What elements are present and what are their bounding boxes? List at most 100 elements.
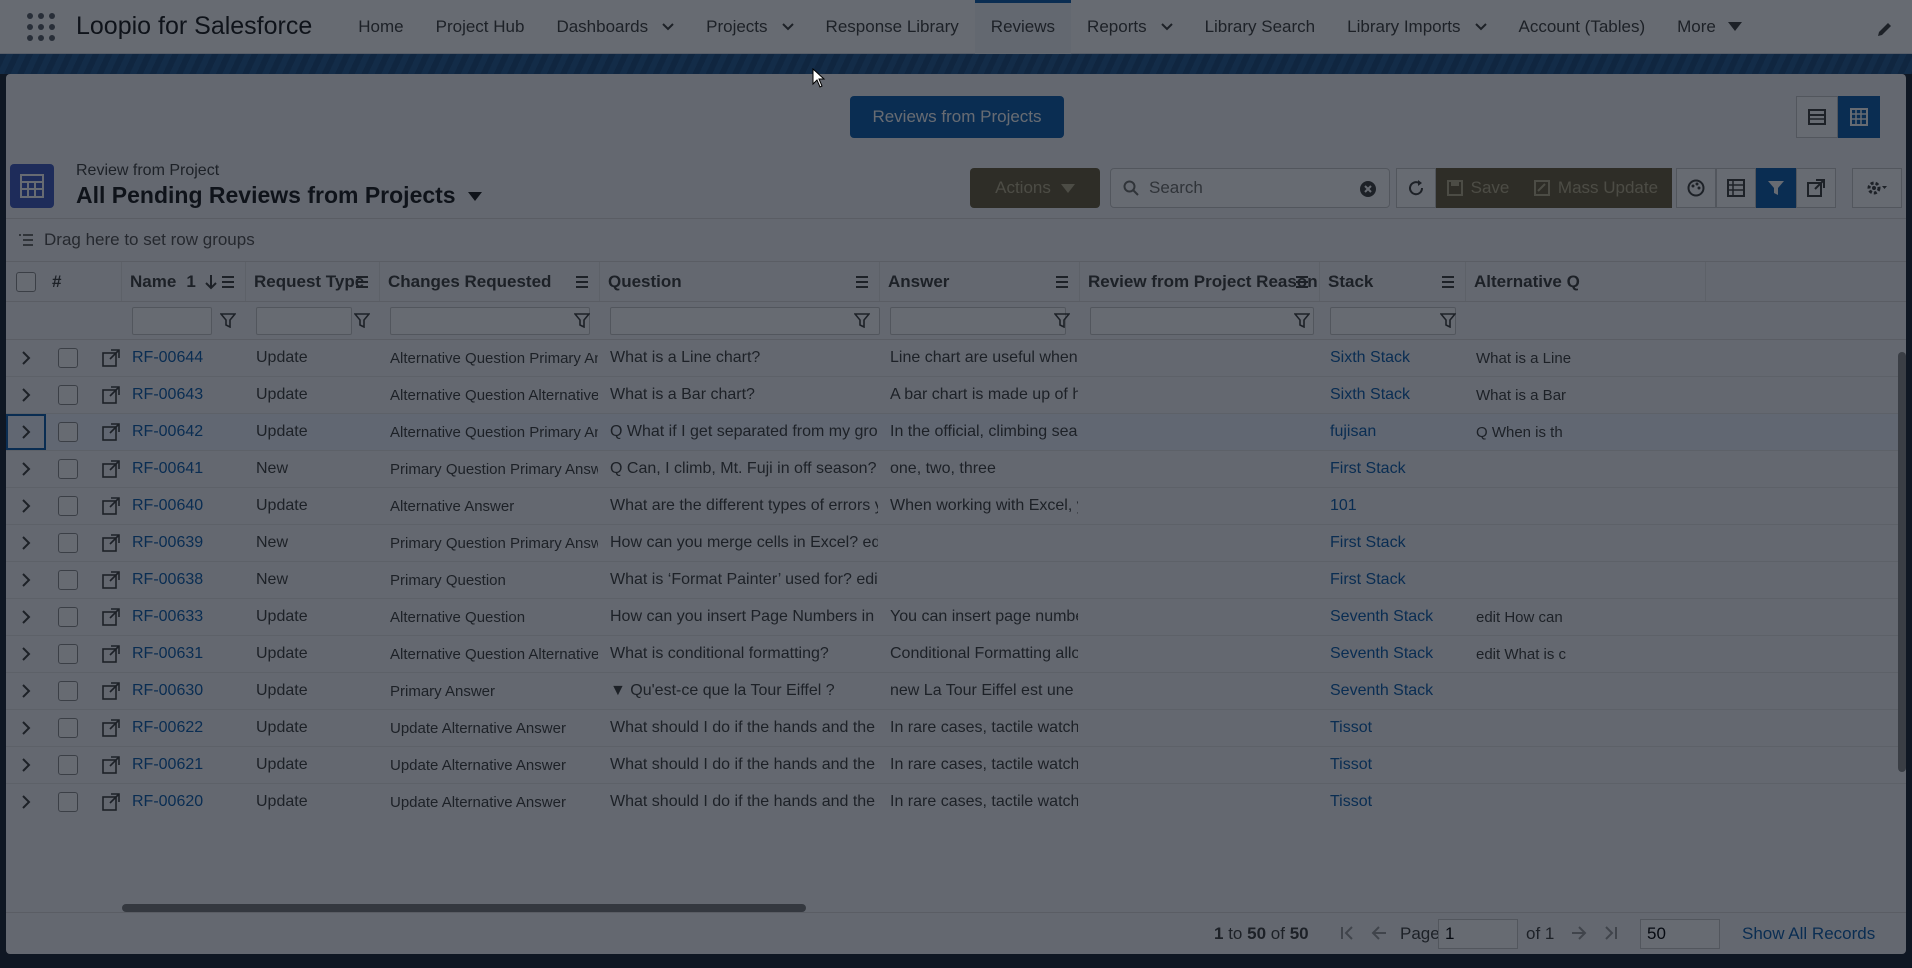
column-header-request-type[interactable]: Request Type	[246, 262, 380, 301]
page-number-input[interactable]	[1438, 919, 1518, 949]
column-header-name[interactable]: Name 1	[122, 262, 246, 301]
expand-row-cell[interactable]	[6, 525, 46, 561]
cell-name[interactable]: RF-00630	[132, 673, 244, 709]
row-checkbox[interactable]	[58, 459, 78, 479]
table-row[interactable]: RF-00630 Update Primary Answer ▼ Qu'est-ce …	[6, 673, 1906, 710]
app-launcher-icon[interactable]	[26, 12, 56, 42]
row-checkbox[interactable]	[58, 422, 78, 442]
table-row[interactable]: RF-00620 Update Update Alternative Answer W…	[6, 784, 1906, 818]
mass-update-button[interactable]: Mass Update	[1520, 168, 1672, 208]
chevron-down-icon[interactable]	[781, 21, 794, 33]
column-header-changes[interactable]: Changes Requested	[380, 262, 600, 301]
show-all-records-link[interactable]: Show All Records	[1742, 924, 1875, 944]
cell-name[interactable]: RF-00644	[132, 340, 244, 376]
popout-button[interactable]	[1796, 168, 1836, 208]
column-menu-icon[interactable]	[355, 275, 369, 289]
filter-icon[interactable]	[574, 313, 590, 328]
filter-button[interactable]	[1756, 168, 1796, 208]
open-record-cell[interactable]	[102, 673, 122, 709]
expand-row-cell[interactable]	[6, 599, 46, 635]
next-page-icon[interactable]	[1570, 925, 1588, 941]
cell-name[interactable]: RF-00641	[132, 451, 244, 487]
cell-stack[interactable]: Seventh Stack	[1330, 636, 1464, 672]
cell-stack[interactable]: Sixth Stack	[1330, 340, 1464, 376]
actions-button[interactable]: Actions	[970, 168, 1100, 208]
refresh-button[interactable]	[1396, 168, 1436, 208]
edit-nav-pencil-icon[interactable]	[1876, 20, 1894, 38]
row-checkbox[interactable]	[58, 607, 78, 627]
nav-tab-project-hub[interactable]: Project Hub	[420, 0, 541, 55]
table-row[interactable]: RF-00639 New Primary Question Primary Answ…	[6, 525, 1906, 562]
open-record-cell[interactable]	[102, 488, 122, 524]
column-menu-icon[interactable]	[855, 275, 869, 289]
table-row[interactable]: RF-00642 Update Alternative Question Prima…	[6, 414, 1906, 451]
open-record-cell[interactable]	[102, 747, 122, 783]
row-checkbox[interactable]	[58, 792, 78, 812]
nav-tab-library-imports[interactable]: Library Imports	[1331, 0, 1502, 55]
nav-tab-response-library[interactable]: Response Library	[810, 0, 975, 55]
previous-page-icon[interactable]	[1370, 925, 1388, 941]
search-input[interactable]	[1149, 178, 1349, 198]
list-view-selector[interactable]: All Pending Reviews from Projects	[76, 182, 482, 209]
filter-icon[interactable]	[1294, 313, 1310, 328]
nav-tab-more[interactable]: More	[1661, 0, 1758, 55]
open-record-cell[interactable]	[102, 451, 122, 487]
last-page-icon[interactable]	[1600, 925, 1618, 941]
cell-name[interactable]: RF-00639	[132, 525, 244, 561]
nav-tab-dashboards[interactable]: Dashboards	[540, 0, 690, 55]
table-row[interactable]: RF-00644 Update Alternative Question Prima…	[6, 340, 1906, 377]
open-record-cell[interactable]	[102, 784, 122, 818]
nav-tab-account-tables[interactable]: Account (Tables)	[1503, 0, 1662, 55]
table-row[interactable]: RF-00640 Update Alternative Answer What are…	[6, 488, 1906, 525]
cell-stack[interactable]: Tissot	[1330, 784, 1464, 818]
open-record-cell[interactable]	[102, 377, 122, 413]
nav-tab-reports[interactable]: Reports	[1071, 0, 1189, 55]
nav-tab-library-search[interactable]: Library Search	[1189, 0, 1332, 55]
column-filter-input[interactable]	[256, 306, 352, 335]
filter-icon[interactable]	[854, 313, 870, 328]
row-checkbox[interactable]	[58, 385, 78, 405]
table-row[interactable]: RF-00638 New Primary Question What is ‘Form…	[6, 562, 1906, 599]
save-button[interactable]: Save	[1436, 168, 1520, 208]
row-checkbox[interactable]	[58, 755, 78, 775]
chevron-down-icon[interactable]	[1474, 21, 1487, 33]
column-filter-input[interactable]	[132, 306, 212, 335]
cell-stack[interactable]: Tissot	[1330, 710, 1464, 746]
open-record-cell[interactable]	[102, 562, 122, 598]
expand-row-cell[interactable]	[6, 784, 46, 818]
nav-tab-reviews[interactable]: Reviews	[974, 0, 1072, 55]
open-record-cell[interactable]	[102, 340, 122, 376]
row-checkbox[interactable]	[58, 644, 78, 664]
expand-row-cell[interactable]	[6, 636, 46, 672]
column-menu-icon[interactable]	[1295, 275, 1309, 289]
column-header-answer[interactable]: Answer	[880, 262, 1080, 301]
cell-name[interactable]: RF-00642	[132, 414, 244, 450]
expand-row-cell[interactable]	[6, 747, 46, 783]
expand-row-cell[interactable]	[6, 673, 46, 709]
cell-stack[interactable]: Sixth Stack	[1330, 377, 1464, 413]
horizontal-scrollbar[interactable]	[122, 904, 806, 912]
column-header-stack[interactable]: Stack	[1320, 262, 1466, 301]
cell-name[interactable]: RF-00620	[132, 784, 244, 818]
page-size-input[interactable]	[1640, 919, 1720, 949]
chevron-down-icon[interactable]	[662, 21, 674, 33]
columns-button[interactable]	[1716, 168, 1756, 208]
filter-icon[interactable]	[1054, 313, 1070, 328]
column-header-alt-q[interactable]: Alternative Q	[1466, 262, 1706, 301]
chart-button[interactable]	[1676, 168, 1716, 208]
filter-icon[interactable]	[220, 313, 236, 328]
row-checkbox[interactable]	[58, 496, 78, 516]
table-row[interactable]: RF-00643 Update Alternative Question Alter…	[6, 377, 1906, 414]
select-all-checkbox[interactable]	[16, 271, 36, 292]
cell-name[interactable]: RF-00621	[132, 747, 244, 783]
column-menu-icon[interactable]	[1441, 275, 1455, 289]
first-page-icon[interactable]	[1340, 925, 1358, 941]
column-menu-icon[interactable]	[1055, 275, 1069, 289]
reviews-from-projects-button[interactable]: Reviews from Projects	[850, 96, 1064, 138]
chevron-down-icon[interactable]	[1160, 21, 1173, 33]
open-record-cell[interactable]	[102, 599, 122, 635]
open-record-cell[interactable]	[102, 636, 122, 672]
vertical-scrollbar[interactable]	[1898, 352, 1906, 772]
column-filter-input[interactable]	[1330, 306, 1456, 335]
row-checkbox[interactable]	[58, 570, 78, 590]
